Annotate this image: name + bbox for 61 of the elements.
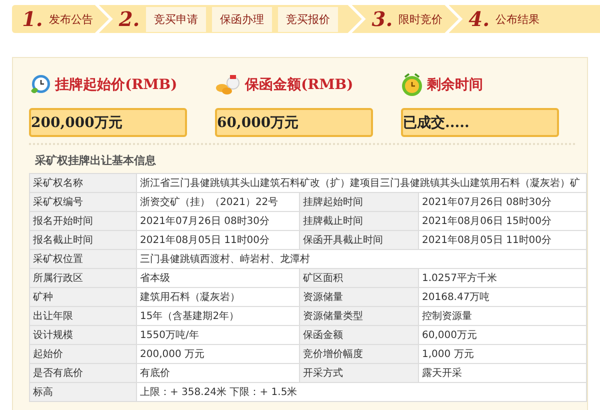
value-cell: 1.0257平方千米 (418, 268, 586, 288)
label-cell: 报名开始时间 (30, 212, 136, 230)
value-cell: 60,000万元 (418, 326, 586, 344)
step-label: 限时竞价 (398, 12, 443, 26)
label-cell: 出让年限 (30, 306, 136, 326)
value-cell: 2021年08月05日 11时00分 (418, 230, 586, 250)
substep-label: 保函办理 (212, 6, 272, 32)
value-cell: 省本级 (136, 268, 300, 288)
substep-label: 竞买报价 (278, 6, 338, 32)
value-cell: 15年（含基建期2年） (136, 306, 300, 326)
step-label: 发布公告 (48, 12, 93, 26)
step-label: 公布结果 (496, 12, 540, 26)
label-cell: 所属行政区 (30, 268, 136, 288)
label-cell: 矿种 (30, 288, 136, 306)
section-title: 采矿权挂牌出让基本信息 (34, 153, 157, 169)
label-cell: 是否有底价 (30, 364, 136, 382)
label-cell: 采矿权编号 (30, 192, 136, 212)
label-cell: 挂牌起始时间 (300, 192, 418, 212)
metric-title: 剩余时间 (427, 76, 483, 94)
value-cell: 2021年08月05日 11时00分 (136, 230, 300, 250)
label-cell: 采矿权名称 (30, 174, 136, 192)
value-cell: 2021年07月26日 08时30分 (418, 192, 586, 212)
label-cell: 保函金额 (300, 326, 418, 344)
label-cell: 资源储量 (300, 288, 418, 306)
step-number: 4. (468, 7, 490, 31)
value-cell: 1,000 万元 (418, 344, 586, 364)
value-cell: 200,000 万元 (136, 344, 300, 364)
label-cell: 采矿权位置 (30, 250, 136, 268)
label-cell: 资源储量类型 (300, 306, 418, 326)
value-cell: 2021年07月26日 08时30分 (136, 212, 300, 230)
label-cell: 挂牌截止时间 (300, 212, 418, 230)
label-cell: 设计规模 (30, 326, 136, 344)
label-cell: 竞价增价幅度 (300, 344, 418, 364)
clock-icon (29, 74, 51, 96)
metric-value: 60,000万元 (215, 108, 373, 137)
value-cell: 20168.47万吨 (418, 288, 586, 306)
value-cell: 露天开采 (418, 364, 586, 382)
value-cell: 1550万吨/年 (136, 326, 300, 344)
metric-title: 保函金额(RMB) (245, 76, 354, 94)
alarm-clock-icon (401, 73, 423, 97)
value-cell: 有底价 (136, 364, 300, 382)
value-cell: 上限：+ 358.24米 下限：+ 1.5米 (136, 382, 586, 402)
label-cell: 矿区面积 (300, 268, 418, 288)
step-number: 3. (372, 7, 393, 31)
step-number: 2. (118, 7, 140, 31)
label-cell: 报名截止时间 (30, 230, 136, 250)
value-cell: 浙江省三门县健跳镇其头山建筑石料矿改（扩）建项目三门县健跳镇其头山建筑用石料（凝灰岩）矿 (136, 174, 586, 192)
value-cell: 浙资交矿（挂）（2021）22号 (136, 192, 300, 212)
label-cell: 保函开具截止时间 (300, 230, 418, 250)
label-cell: 起始价 (30, 344, 136, 364)
coins-icon (215, 74, 241, 96)
label-cell: 开采方式 (300, 364, 418, 382)
value-cell: 建筑用石料（凝灰岩） (136, 288, 300, 306)
metric-value: 已成交..... (401, 108, 559, 137)
value-cell: 2021年08月06日 15时00分 (418, 212, 586, 230)
value-cell: 控制资源量 (418, 306, 586, 326)
step-number: 1. (22, 7, 43, 31)
label-cell: 标高 (30, 382, 136, 402)
metric-value: 200,000万元 (29, 108, 187, 137)
substep-label: 竞买申请 (146, 6, 206, 32)
metric-title: 挂牌起始价(RMB) (55, 76, 178, 94)
